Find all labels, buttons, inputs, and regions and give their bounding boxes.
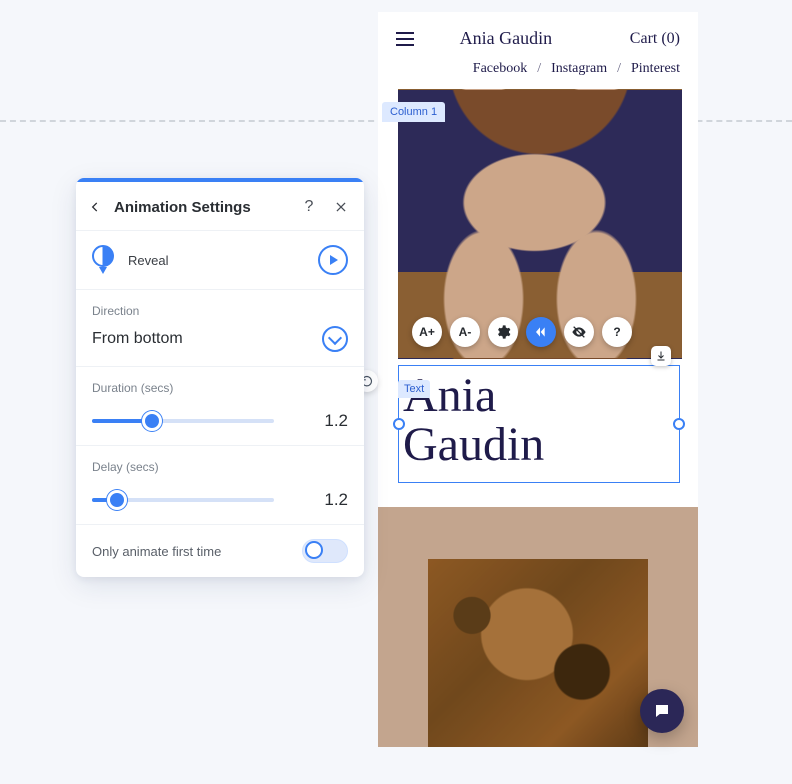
delay-value: 1.2 — [314, 490, 348, 510]
social-links: Facebook/ Instagram/ Pinterest — [378, 55, 698, 89]
panel-header: Animation Settings ? — [76, 182, 364, 231]
close-button[interactable] — [330, 196, 352, 218]
mobile-preview: Ania Gaudin Cart (0) Facebook/ Instagram… — [378, 12, 698, 747]
pinterest-link[interactable]: Pinterest — [631, 61, 680, 77]
text-element-selected[interactable]: AniaGaudin — [398, 365, 680, 483]
hero-image[interactable]: A+ A- ? — [398, 89, 680, 357]
display-name: AniaGaudin — [403, 372, 671, 470]
column-tag: Column 1 — [382, 102, 445, 122]
duration-thumb[interactable] — [142, 411, 162, 431]
resize-handle-left[interactable] — [393, 418, 405, 430]
delay-section: Delay (secs) 1.2 — [76, 446, 364, 525]
hide-icon[interactable] — [564, 317, 594, 347]
texture-image[interactable] — [428, 559, 648, 747]
back-button[interactable] — [86, 198, 104, 216]
download-icon[interactable] — [651, 346, 671, 366]
duration-section: Duration (secs) 1.2 — [76, 367, 364, 446]
font-decrease-button[interactable]: A- — [450, 317, 480, 347]
only-first-section: Only animate first time — [76, 525, 364, 577]
preview-play-button[interactable] — [318, 245, 348, 275]
duration-label: Duration (secs) — [92, 381, 348, 395]
site-title: Ania Gaudin — [460, 28, 552, 49]
toggle-knob — [305, 541, 323, 559]
menu-icon[interactable] — [396, 32, 414, 46]
cart-link[interactable]: Cart (0) — [630, 30, 680, 48]
delay-slider[interactable] — [92, 498, 274, 502]
editor-stage: Ania Gaudin Cart (0) Facebook/ Instagram… — [0, 0, 792, 784]
facebook-link[interactable]: Facebook — [473, 61, 527, 77]
effect-name: Reveal — [128, 253, 306, 268]
effect-row: Reveal — [76, 231, 364, 290]
help-button[interactable]: ? — [298, 196, 320, 218]
resize-handle-right[interactable] — [673, 418, 685, 430]
gear-icon[interactable] — [488, 317, 518, 347]
animation-button[interactable] — [526, 317, 556, 347]
direction-value: From bottom — [92, 330, 183, 348]
instagram-link[interactable]: Instagram — [551, 61, 607, 77]
balloon-icon — [92, 245, 114, 275]
direction-label: Direction — [92, 304, 348, 318]
delay-thumb[interactable] — [107, 490, 127, 510]
only-first-toggle[interactable] — [302, 539, 348, 563]
animation-settings-panel: Animation Settings ? Reveal Direction Fr… — [76, 178, 364, 577]
duration-slider[interactable] — [92, 419, 274, 423]
duration-value: 1.2 — [314, 411, 348, 431]
delay-label: Delay (secs) — [92, 460, 348, 474]
site-header: Ania Gaudin Cart (0) — [378, 12, 698, 55]
help-icon[interactable]: ? — [602, 317, 632, 347]
direction-dropdown[interactable] — [322, 326, 348, 352]
text-tag: Text — [398, 380, 430, 398]
font-increase-button[interactable]: A+ — [412, 317, 442, 347]
text-toolbar: A+ A- ? — [412, 317, 632, 347]
chat-icon[interactable] — [640, 689, 684, 733]
panel-title: Animation Settings — [114, 199, 288, 216]
only-first-label: Only animate first time — [92, 544, 221, 559]
direction-section: Direction From bottom — [76, 290, 364, 367]
